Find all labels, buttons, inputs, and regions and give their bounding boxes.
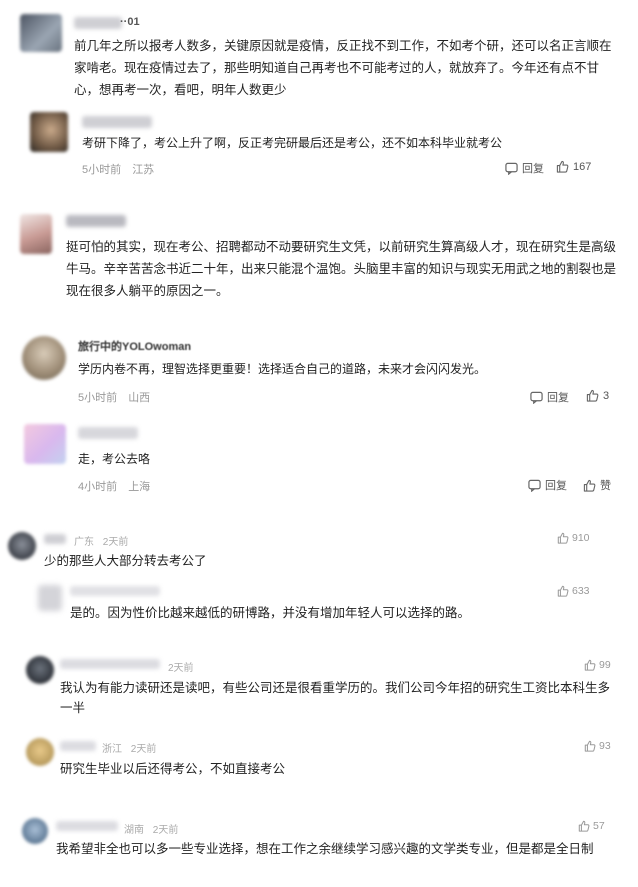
- comment-text: 我认为有能力读研还是读吧，有些公司还是很看重学历的。我们公司今年招的研究生工资比…: [60, 681, 611, 715]
- avatar[interactable]: [22, 818, 48, 844]
- location: 江苏: [132, 164, 155, 176]
- like-count: 3: [603, 389, 610, 402]
- comment-text: 我希望非全也可以多一些专业选择，想在工作之余继续学习感兴趣的文学类专业，但是都是…: [56, 842, 594, 856]
- timestamp: 2天前: [168, 663, 194, 674]
- comment-text: 学历内卷不再，理智选择更重要！选择适合自己的道路，未来才会闪闪发光。: [78, 362, 487, 376]
- comment-text: 少的那些人大部分转去考公了: [44, 554, 207, 568]
- comment-text: 是的。因为性价比越来越低的研博路，并没有增加年轻人可以选择的路。: [70, 606, 471, 620]
- location: 山西: [128, 392, 151, 404]
- username-blurred: [60, 741, 96, 751]
- username-blurred: [44, 534, 66, 544]
- username-blurred: [56, 821, 118, 831]
- comment-meta: 湖南 2天前: [124, 821, 184, 836]
- reply-button[interactable]: 回复: [505, 160, 544, 176]
- location: 上海: [128, 481, 151, 493]
- comment-meta: 5小时前 山西: [78, 389, 158, 405]
- avatar[interactable]: [20, 214, 52, 254]
- reply-text: 考研下降了，考公上升了啊，反正考完研最后还是考公，还不如本科毕业就考公: [82, 136, 503, 150]
- like-count: 99: [599, 659, 611, 671]
- username-blurred: [74, 17, 122, 29]
- avatar[interactable]: [24, 424, 66, 464]
- like-button[interactable]: 99: [584, 659, 611, 671]
- comment-icon: [530, 391, 543, 404]
- avatar[interactable]: [30, 112, 68, 152]
- username-blurred: [82, 116, 152, 128]
- comment-meta: 广东 2天前: [74, 533, 134, 548]
- avatar[interactable]: [26, 738, 54, 766]
- username-blurred: [78, 427, 138, 439]
- thumbs-up-icon: [583, 479, 596, 492]
- comment-text: 走，考公去咯: [78, 452, 151, 466]
- thumbs-up-icon: [584, 659, 596, 671]
- comment-meta: 4小时前 上海: [78, 478, 158, 494]
- username[interactable]: 旅行中的YOLOwoman: [78, 338, 191, 354]
- thumbs-up-icon: [557, 532, 569, 544]
- location: 广东: [74, 537, 94, 548]
- like-button[interactable]: 910: [557, 532, 590, 544]
- username-blurred: [66, 215, 126, 227]
- reply-button[interactable]: 回复: [528, 477, 567, 493]
- location: 浙江: [102, 744, 122, 755]
- username-blurred: [70, 586, 160, 596]
- like-count: 93: [599, 740, 611, 752]
- thumbs-up-icon: [586, 389, 599, 402]
- like-button[interactable]: 3: [586, 389, 609, 402]
- comment-text: 研究生毕业以后还得考公，不如直接考公: [60, 762, 286, 776]
- like-button[interactable]: 167: [556, 160, 591, 173]
- avatar[interactable]: [8, 532, 36, 560]
- thumbs-up-icon: [557, 585, 569, 597]
- comment-meta: 浙江 2天前: [102, 740, 162, 755]
- thumbs-up-icon: [584, 740, 596, 752]
- avatar[interactable]: [26, 656, 54, 684]
- reply-label: 回复: [522, 163, 544, 175]
- like-button[interactable]: 57: [578, 820, 605, 832]
- timestamp: 2天前: [102, 537, 129, 548]
- avatar[interactable]: [20, 14, 62, 52]
- like-count: 57: [593, 820, 605, 832]
- comment-meta: 5小时前 江苏: [82, 161, 162, 177]
- location: 湖南: [124, 825, 144, 836]
- timestamp: 2天前: [152, 825, 179, 836]
- comment-meta: 2天前: [168, 659, 200, 674]
- like-button[interactable]: 93: [584, 740, 611, 752]
- like-button[interactable]: 633: [557, 585, 590, 597]
- username-blurred: [60, 659, 160, 669]
- avatar[interactable]: [22, 336, 66, 380]
- avatar[interactable]: [38, 585, 62, 611]
- timestamp: 5小时前: [78, 392, 118, 404]
- timestamp: 5小时前: [82, 164, 122, 176]
- comment-icon: [528, 479, 541, 492]
- thumbs-up-icon: [556, 160, 569, 173]
- username[interactable]: ··01: [120, 16, 140, 28]
- reply-button[interactable]: 回复: [530, 389, 569, 405]
- thumbs-up-icon: [578, 820, 590, 832]
- like-count: 633: [572, 585, 590, 597]
- reply-label: 回复: [545, 480, 567, 492]
- reply-label: 回复: [547, 392, 569, 404]
- like-count: 167: [573, 160, 592, 173]
- timestamp: 2天前: [130, 744, 157, 755]
- comment-text: 挺可怕的其实，现在考公、招聘都动不动要研究生文凭，以前研究生算高级人才，现在研究…: [66, 240, 617, 298]
- comment-text: 前几年之所以报考人数多，关键原因就是疫情，反正找不到工作，不如考个研，还可以名正…: [74, 39, 612, 97]
- comment-icon: [505, 162, 518, 175]
- timestamp: 4小时前: [78, 481, 118, 493]
- like-count: 910: [572, 532, 590, 544]
- like-button[interactable]: 赞: [583, 477, 611, 493]
- like-count: 赞: [600, 480, 611, 492]
